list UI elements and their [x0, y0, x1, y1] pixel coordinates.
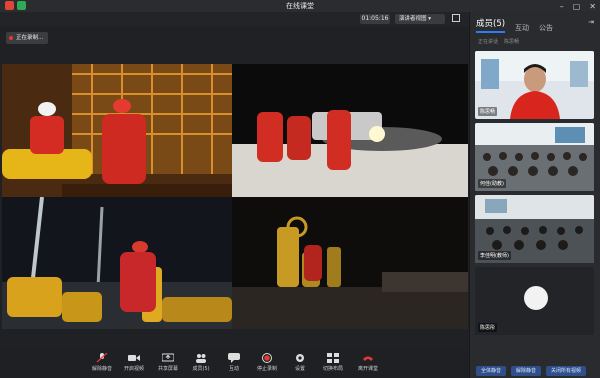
unmute-button[interactable]: 解除静音	[84, 353, 120, 372]
recording-label: 正在录制...	[16, 35, 44, 41]
leave-class-button[interactable]: 离开课堂	[350, 353, 386, 372]
recording-indicator[interactable]: 正在录制...	[6, 32, 48, 44]
member-name: 陈思畅	[478, 107, 498, 116]
shared-video-grid[interactable]	[2, 64, 468, 329]
avatar	[524, 286, 548, 310]
minimize-icon[interactable]: –	[560, 2, 564, 11]
members-button[interactable]: 成员(5)	[183, 353, 219, 372]
camera-icon	[128, 355, 140, 361]
panel-tabs: 成员(5) 互动 公告	[476, 17, 553, 33]
mute-all-button[interactable]: 全体静音	[476, 366, 507, 376]
speaking-label: 正在讲话	[478, 39, 499, 45]
record-icon	[262, 353, 272, 363]
window-controls: – ▢ ✕	[560, 0, 596, 12]
chat-button[interactable]: 互动	[216, 353, 252, 372]
member-card[interactable]: 何佳(助教)	[475, 123, 594, 191]
video-tile-4[interactable]	[232, 197, 468, 329]
stop-recording-button[interactable]: 停止录制	[249, 353, 285, 372]
chat-icon	[228, 353, 240, 363]
settings-button[interactable]: 设置	[282, 353, 318, 372]
member-name: 陈思彤	[478, 323, 498, 332]
speaking-name: 陈思畅	[504, 39, 520, 45]
hangup-icon	[363, 356, 373, 361]
chevron-down-icon: ▾	[428, 16, 432, 22]
meeting-toolbar: 解除静音 开启视频 共享屏幕 成员(5) 互动 停止录制 设置 切换布局 离开课…	[0, 347, 469, 378]
video-frame-1	[2, 64, 232, 197]
member-name: 李佳明(教师)	[478, 251, 511, 260]
tab-interaction[interactable]: 互动	[515, 23, 529, 33]
video-tile-1[interactable]	[2, 64, 232, 197]
member-card[interactable]: 陈思畅	[475, 51, 594, 119]
layout-icon	[327, 353, 339, 363]
collapse-panel-icon[interactable]: ⇥	[588, 18, 594, 26]
video-top-bar: 01:05:16 演讲者视图 ▾	[0, 12, 469, 26]
switch-layout-button[interactable]: 切换布局	[315, 353, 351, 372]
panel-footer: 全体静音 解除静音 关闭所有视频	[476, 366, 587, 376]
unmute-all-button[interactable]: 解除静音	[511, 366, 542, 376]
video-tile-2[interactable]	[232, 64, 468, 197]
tab-announcement[interactable]: 公告	[539, 23, 553, 33]
window-title: 在线课堂	[286, 2, 314, 10]
meeting-timer: 01:05:16	[360, 14, 390, 24]
video-frame-2	[232, 64, 468, 197]
maximize-icon[interactable]: ▢	[573, 2, 581, 11]
speaking-status: 正在讲话 陈思畅	[478, 38, 519, 45]
video-frame-4	[232, 197, 468, 329]
members-icon	[196, 354, 206, 363]
view-mode-label: 演讲者视图	[399, 16, 427, 22]
member-name: 何佳(助教)	[478, 179, 506, 188]
tab-members[interactable]: 成员(5)	[476, 17, 506, 33]
video-frame-3	[2, 197, 232, 329]
member-card[interactable]: 李佳明(教师)	[475, 195, 594, 263]
share-screen-button[interactable]: 共享屏幕	[150, 353, 186, 372]
title-bar: 在线课堂 – ▢ ✕	[0, 0, 600, 12]
share-screen-icon	[162, 353, 174, 362]
fullscreen-icon[interactable]	[452, 14, 460, 22]
member-card[interactable]: 陈思彤	[475, 267, 594, 335]
close-icon[interactable]: ✕	[589, 2, 596, 11]
view-mode-button[interactable]: 演讲者视图 ▾	[395, 14, 445, 24]
start-video-button[interactable]: 开启视频	[116, 353, 152, 372]
mic-muted-icon	[96, 353, 108, 363]
record-dot-icon	[9, 36, 13, 40]
video-tile-3[interactable]	[2, 197, 232, 329]
members-panel: 成员(5) 互动 公告 ⇥ 正在讲话 陈思畅 陈思畅 何佳(助教) 李佳明(教师…	[469, 12, 600, 378]
close-all-video-button[interactable]: 关闭所有视频	[546, 366, 587, 376]
gear-icon	[296, 354, 304, 362]
